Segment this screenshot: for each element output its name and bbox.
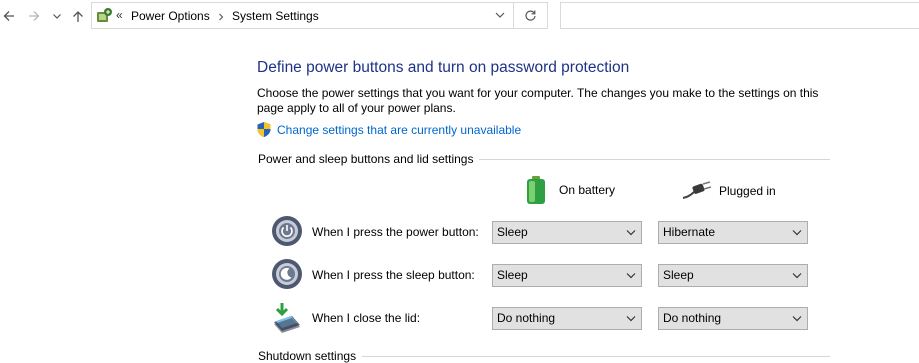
navigation-bar: « Power Options System Settings [0, 0, 919, 32]
refresh-icon [525, 10, 536, 21]
up-arrow-icon [73, 10, 83, 22]
power-button-plugged-in-select[interactable]: Hibernate [658, 221, 808, 244]
sleep-button-label: When I press the sleep button: [312, 268, 475, 282]
forward-button[interactable] [25, 6, 43, 26]
selected-value: Do nothing [497, 311, 556, 325]
back-arrow-icon [3, 11, 14, 21]
recent-locations-button[interactable] [48, 6, 66, 26]
power-button-label: When I press the power button: [312, 225, 479, 239]
laptop-lid-icon [274, 303, 300, 333]
sleep-button-icon [272, 259, 302, 289]
chevron-down-icon [792, 316, 802, 322]
selected-value: Sleep [663, 268, 694, 282]
column-on-battery: On battery [524, 175, 615, 205]
selected-value: Sleep [497, 225, 528, 239]
chevron-down-icon [53, 14, 61, 19]
change-settings-link[interactable]: Change settings that are currently unava… [256, 121, 521, 138]
selected-value: Hibernate [663, 225, 716, 239]
chevron-down-icon [792, 230, 802, 236]
page-description: Choose the power settings that you want … [257, 86, 819, 115]
uac-shield-icon [257, 122, 271, 137]
refresh-button[interactable] [514, 2, 548, 29]
column-plugged-in: Plugged in [682, 181, 776, 201]
power-options-icon [97, 8, 112, 22]
forward-arrow-icon [29, 11, 40, 21]
selected-value: Sleep [497, 268, 528, 282]
sleep-button-on-battery-select[interactable]: Sleep [492, 264, 642, 287]
breadcrumb-separator-icon [219, 13, 224, 21]
address-dropdown-icon[interactable] [495, 11, 505, 19]
chevron-down-icon [792, 273, 802, 279]
close-lid-plugged-in-select[interactable]: Do nothing [658, 307, 808, 330]
up-button[interactable] [69, 6, 87, 26]
power-button-on-battery-select[interactable]: Sleep [492, 221, 642, 244]
sleep-button-plugged-in-select[interactable]: Sleep [658, 264, 808, 287]
shutdown-group-title: Shutdown settings [258, 349, 363, 363]
breadcrumb-system-settings[interactable]: System Settings [232, 9, 319, 23]
close-lid-on-battery-select[interactable]: Do nothing [492, 307, 642, 330]
close-lid-label: When I close the lid: [312, 311, 421, 325]
breadcrumb-overflow[interactable]: « [116, 8, 123, 22]
change-settings-link-text[interactable]: Change settings that are currently unava… [277, 123, 521, 137]
column-plugged-in-label: Plugged in [719, 184, 776, 198]
selected-value: Do nothing [663, 311, 722, 325]
battery-icon [527, 176, 545, 204]
breadcrumb-power-options[interactable]: Power Options [131, 9, 210, 23]
chevron-down-icon [626, 230, 636, 236]
search-input[interactable] [560, 2, 919, 29]
column-on-battery-label: On battery [559, 183, 616, 197]
back-button[interactable] [0, 6, 18, 26]
power-group-title: Power and sleep buttons and lid settings [258, 152, 480, 166]
power-plug-icon [682, 181, 712, 199]
address-bar[interactable]: « Power Options System Settings [91, 2, 514, 29]
page-title: Define power buttons and turn on passwor… [257, 59, 630, 76]
chevron-down-icon [626, 273, 636, 279]
chevron-down-icon [626, 316, 636, 322]
power-button-icon [272, 216, 302, 246]
